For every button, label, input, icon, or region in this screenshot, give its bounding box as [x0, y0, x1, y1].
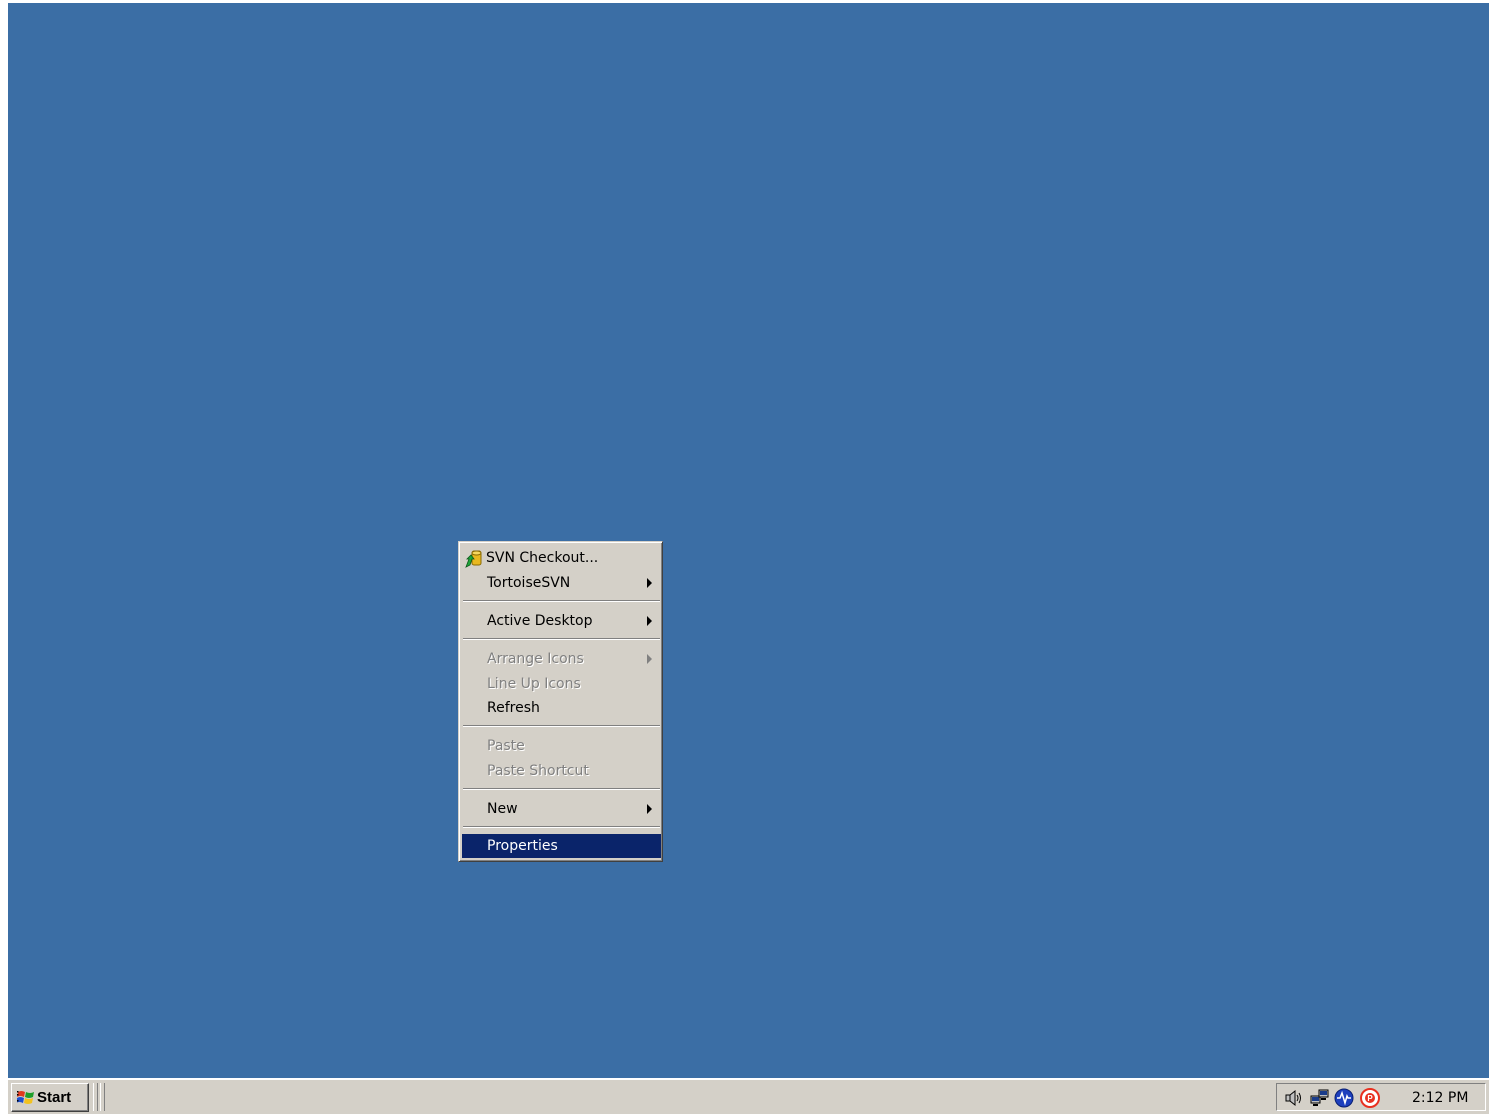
menu-item-active-desktop[interactable]: Active Desktop	[462, 609, 661, 633]
menu-item-line-up-icons[interactable]: Line Up Icons	[462, 672, 661, 696]
tortoisesvn-checkout-icon	[465, 550, 482, 568]
menu-label: SVN Checkout...	[486, 550, 599, 566]
menu-separator	[463, 826, 660, 828]
menu-label: Paste	[487, 738, 525, 754]
menu-item-paste-shortcut[interactable]: Paste Shortcut	[462, 759, 661, 783]
toolbar-grip[interactable]	[100, 1083, 105, 1111]
menu-label: Arrange Icons	[487, 651, 584, 667]
menu-label: New	[487, 801, 518, 817]
toolbar-grip[interactable]	[93, 1083, 98, 1111]
speaker-icon[interactable]	[1283, 1087, 1305, 1109]
screen: SVN Checkout... TortoiseSVN Active Deskt…	[0, 0, 1489, 1114]
desktop-context-menu: SVN Checkout... TortoiseSVN Active Deskt…	[458, 541, 663, 862]
windows-logo-icon	[17, 1091, 34, 1104]
security-icon[interactable]: P	[1359, 1087, 1381, 1109]
submenu-arrow-icon	[647, 804, 652, 814]
menu-item-refresh[interactable]: Refresh	[462, 696, 661, 720]
system-tray: P 2:12 PM	[1276, 1083, 1486, 1111]
system-clock[interactable]: 2:12 PM	[1412, 1088, 1468, 1108]
submenu-arrow-icon	[647, 616, 652, 626]
menu-separator	[463, 725, 660, 727]
menu-label: TortoiseSVN	[487, 575, 571, 591]
submenu-arrow-icon	[647, 654, 652, 664]
menu-item-paste[interactable]: Paste	[462, 734, 661, 758]
menu-item-arrange-icons[interactable]: Arrange Icons	[462, 647, 661, 671]
menu-item-tortoisesvn[interactable]: TortoiseSVN	[462, 571, 661, 595]
monitor-icon[interactable]	[1333, 1087, 1355, 1109]
menu-separator	[463, 600, 660, 602]
desktop[interactable]	[8, 3, 1489, 1078]
menu-item-svn-checkout[interactable]: SVN Checkout...	[462, 546, 661, 570]
menu-separator	[463, 788, 660, 790]
menu-item-new[interactable]: New	[462, 797, 661, 821]
menu-label: Line Up Icons	[487, 676, 581, 692]
svg-text:P: P	[1367, 1094, 1373, 1103]
submenu-arrow-icon	[647, 578, 652, 588]
taskbar: Start P 2:12 PM	[8, 1079, 1489, 1114]
menu-label: Properties	[487, 838, 558, 854]
menu-label: Refresh	[487, 700, 540, 716]
start-button[interactable]: Start	[11, 1083, 89, 1112]
menu-item-properties[interactable]: Properties	[462, 834, 661, 858]
network-icon[interactable]	[1309, 1087, 1331, 1109]
menu-separator	[463, 638, 660, 640]
menu-label: Active Desktop	[487, 613, 593, 629]
start-label: Start	[37, 1089, 72, 1106]
menu-label: Paste Shortcut	[487, 763, 589, 779]
